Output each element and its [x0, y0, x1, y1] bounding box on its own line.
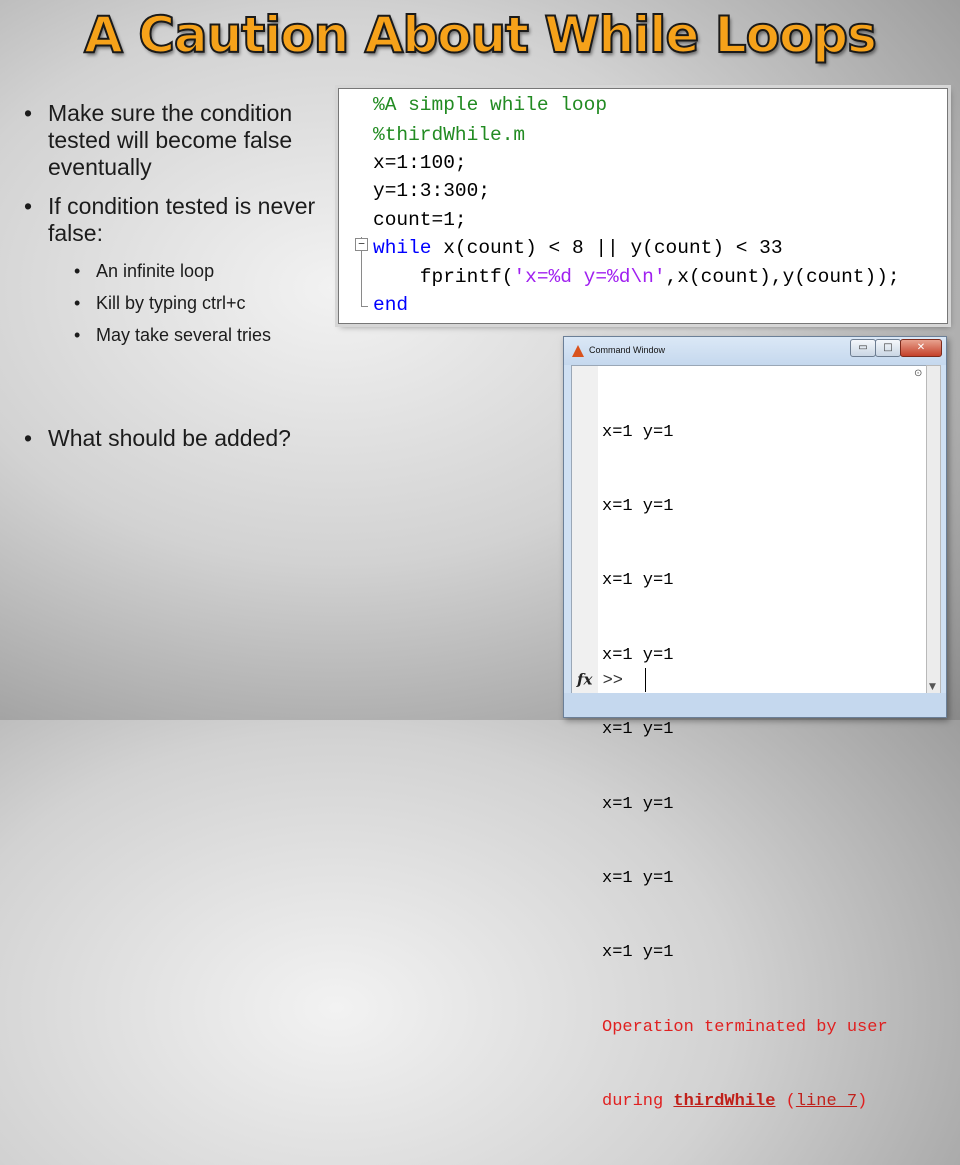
sub-bullet-item: An infinite loop	[70, 259, 322, 283]
code-text: x(count) < 8 || y(count) < 33	[431, 237, 783, 259]
output-line: x=1 y=1	[602, 571, 674, 591]
code-line: %A simple while loop	[373, 94, 608, 116]
output-line: x=1 y=1	[602, 943, 674, 963]
code-line: end	[373, 294, 409, 316]
command-window-title: Command Window	[589, 345, 666, 355]
gutter	[572, 366, 598, 693]
text-cursor	[645, 668, 647, 692]
line-number-link[interactable]: line 7	[796, 1092, 857, 1111]
vertical-scrollbar[interactable]: ▼	[926, 365, 941, 696]
output-line: x=1 y=1	[602, 645, 674, 665]
command-window: Command Window ▭ □ ✕ ⊙ x=1 y=1 x=1 y=1 x…	[563, 336, 947, 1111]
scroll-down-arrow-icon[interactable]: ▼	[929, 682, 936, 692]
error-text: during	[602, 1092, 674, 1112]
command-window-footer	[564, 693, 946, 717]
code-line: count=1;	[373, 209, 467, 231]
bullet-item: If condition tested is never false:	[22, 193, 322, 247]
matlab-logo-icon	[572, 345, 584, 357]
options-dropdown-icon[interactable]: ⊙	[914, 368, 922, 379]
output-line: x=1 y=1	[602, 422, 674, 442]
close-button[interactable]: ✕	[900, 339, 942, 357]
prompt-symbol: >>	[602, 671, 624, 691]
code-line: while x(count) < 8 || y(count) < 33	[373, 237, 783, 259]
command-prompt[interactable]: fx >>	[577, 668, 647, 692]
code-line: y=1:3:300;	[373, 180, 491, 202]
fx-icon[interactable]: fx	[577, 670, 592, 688]
minimize-button[interactable]: ▭	[850, 339, 876, 357]
bullet-item: Make sure the condition tested will beco…	[22, 100, 322, 181]
sub-bullet-item: May take several tries	[70, 323, 322, 347]
code-text: ,x(count),y(count));	[665, 266, 900, 288]
bullet-item: What should be added?	[22, 425, 322, 452]
command-output-area[interactable]: ⊙ x=1 y=1 x=1 y=1 x=1 y=1 x=1 y=1 x=1 y=…	[571, 365, 929, 1111]
code-text: fprintf(	[373, 266, 514, 288]
error-location-line: during thirdWhile (line 7)	[602, 1090, 888, 1115]
code-line: fprintf('x=%d y=%d\n',x(count),y(count))…	[373, 266, 900, 288]
code-string: 'x=%d y=%d\n'	[513, 266, 666, 288]
function-link[interactable]: thirdWhile	[673, 1092, 775, 1111]
slide-title: A Caution About While Loops	[83, 5, 878, 65]
error-text: (	[775, 1092, 796, 1112]
code-line: x=1:100;	[373, 152, 467, 174]
code-editor-snippet: − %A simple while loop %thirdWhile.m x=1…	[338, 88, 948, 324]
error-text: )	[857, 1092, 868, 1112]
command-window-titlebar[interactable]: Command Window ▭ □ ✕	[564, 337, 946, 365]
bullet-list: Make sure the condition tested will beco…	[22, 100, 322, 464]
output-line: x=1 y=1	[602, 496, 674, 516]
maximize-button[interactable]: □	[875, 339, 901, 357]
sub-bullet-item: Kill by typing ctrl+c	[70, 291, 322, 315]
minus-box-icon[interactable]: −	[355, 238, 368, 251]
output-line: x=1 y=1	[602, 720, 674, 740]
output-line: x=1 y=1	[602, 794, 674, 814]
code-keyword: while	[373, 237, 432, 259]
code-line: %thirdWhile.m	[373, 124, 526, 146]
output-line: x=1 y=1	[602, 868, 674, 888]
error-message-line: Operation terminated by user	[602, 1017, 888, 1037]
output-lines: x=1 y=1 x=1 y=1 x=1 y=1 x=1 y=1 x=1 y=1 …	[602, 371, 888, 1165]
